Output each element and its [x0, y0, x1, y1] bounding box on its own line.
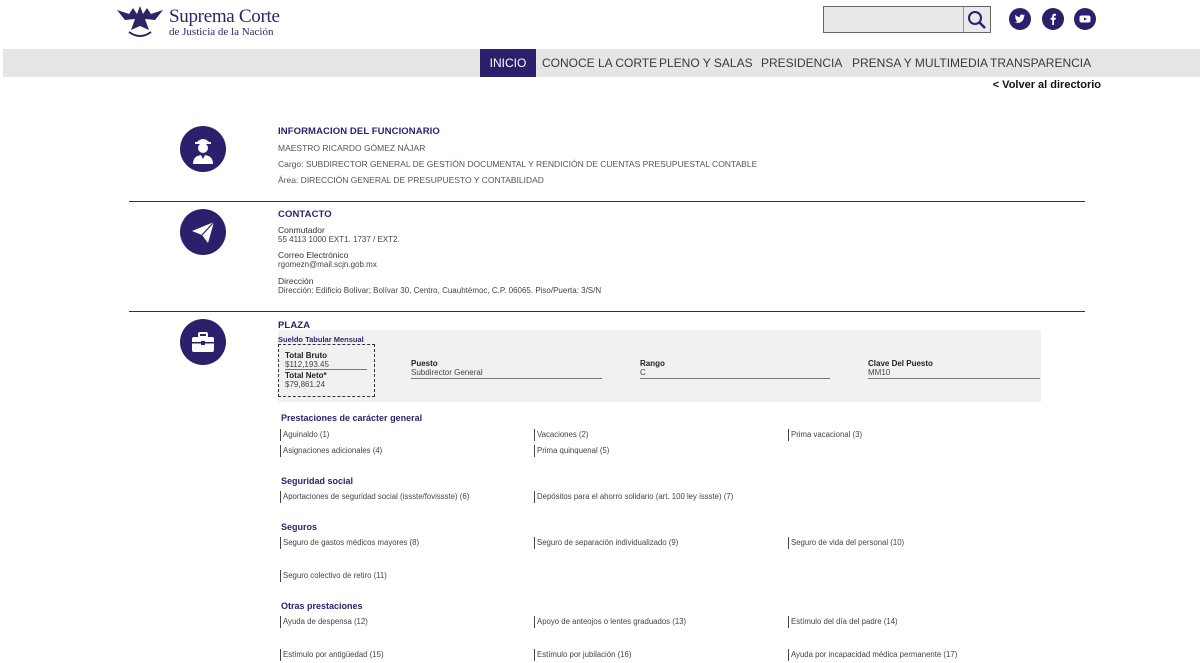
conmutador-value: 55 4113 1000 EXT1. 1737 / EXT2. [278, 235, 400, 244]
benefit-item[interactable]: Ayuda de despensa (12) [280, 616, 368, 628]
benefit-item[interactable]: Estímulo por antigüedad (15) [280, 649, 384, 661]
conmutador-label: Conmutador [278, 225, 325, 235]
scjn-logo[interactable]: Suprema Corte de Justicia de la Nación [115, 2, 280, 42]
logo-subtitle: de Justicia de la Nación [169, 26, 274, 38]
benefit-item[interactable]: Vacaciones (2) [534, 429, 588, 441]
official-name: MAESTRO RICARDO GÓMEZ NÁJAR [278, 143, 426, 153]
twitter-link[interactable] [1009, 8, 1031, 30]
rango-value: C [640, 368, 646, 377]
benefit-item[interactable]: Apoyo de anteojos o lentes graduados (13… [534, 616, 686, 628]
benefit-item[interactable]: Estímulo del día del padre (14) [788, 616, 898, 628]
neto-label: Total Neto* [285, 371, 327, 380]
field-underline [285, 369, 367, 370]
clave-value: MM10 [868, 368, 891, 377]
benefit-item[interactable]: Seguro colectivo de retiro (11) [280, 570, 387, 582]
field-underline [640, 378, 830, 379]
twitter-icon [1014, 14, 1025, 23]
sueldo-label: Sueldo Tabular Mensual [278, 335, 364, 344]
official-heading: INFORMACION DEL FUNCIONARIO [278, 126, 440, 137]
benefit-item[interactable]: Aguinaldo (1) [280, 429, 329, 441]
main-nav: INICIO CONOCE LA CORTE PLENO Y SALAS PRE… [3, 49, 1200, 77]
youtube-link[interactable] [1074, 8, 1096, 30]
neto-value: $79,861.24 [285, 380, 326, 389]
section-divider [129, 201, 1085, 202]
nav-transparencia[interactable]: TRANSPARENCIA [990, 49, 1091, 77]
puesto-label: Puesto [411, 359, 438, 368]
logo-title: Suprema Corte [169, 6, 280, 27]
email-label: Correo Electrónico [278, 250, 349, 260]
paper-plane-icon [180, 209, 226, 255]
benefits-group-title: Otras prestaciones [281, 601, 363, 611]
bruto-value: $112,193.45 [285, 360, 329, 369]
benefits-group-title: Seguros [281, 522, 318, 532]
rango-label: Rango [640, 359, 665, 368]
youtube-icon [1079, 15, 1091, 23]
search-box [823, 6, 991, 33]
briefcase-icon [180, 319, 226, 365]
benefits-group-title: Prestaciones de carácter general [281, 413, 423, 423]
benefit-item[interactable]: Depósitos para el ahorro solidario (art.… [534, 491, 733, 503]
section-divider [129, 311, 1085, 312]
contact-heading: CONTACTO [278, 209, 332, 220]
benefit-item[interactable]: Prima quinquenal (5) [534, 445, 609, 457]
benefits-group-title: Seguridad social [281, 476, 354, 486]
eagle-emblem-icon [117, 6, 163, 37]
benefit-item[interactable]: Seguro de vida del personal (10) [788, 537, 904, 549]
bruto-label: Total Bruto [285, 351, 328, 360]
benefit-item[interactable]: Ayuda por incapacidad médica permanente … [788, 649, 957, 661]
facebook-icon [1050, 13, 1056, 25]
nav-prensa-y-multimedia[interactable]: PRENSA Y MULTIMEDIA [852, 49, 988, 77]
clave-label: Clave Del Puesto [868, 359, 933, 368]
official-area: Área: DIRECCIÓN GENERAL DE PRESUPUESTO Y… [278, 175, 544, 185]
benefit-item[interactable]: Seguro de gastos médicos mayores (8) [280, 537, 419, 549]
address-label: Dirección [278, 276, 314, 286]
search-icon [968, 11, 986, 29]
search-button[interactable] [966, 9, 988, 31]
email-value[interactable]: rgomezn@mail.scjn.gob.mx [278, 260, 377, 269]
official-cargo: Cargo: SUBDIRECTOR GENERAL DE GESTIÓN DO… [278, 159, 758, 169]
field-underline [411, 378, 602, 379]
benefit-item[interactable]: Prima vacacional (3) [788, 429, 862, 441]
benefit-item[interactable]: Asignaciones adicionales (4) [280, 445, 382, 457]
search-input[interactable] [824, 7, 964, 32]
nav-conoce-la-corte[interactable]: CONOCE LA CORTE [542, 49, 657, 77]
puesto-value: Subdirector General [411, 368, 483, 377]
benefit-item[interactable]: Estímulo por jubilación (16) [534, 649, 631, 661]
benefit-item[interactable]: Seguro de separación individualizado (9) [534, 537, 678, 549]
benefit-item[interactable]: Aportaciones de seguridad social (issste… [280, 491, 469, 503]
address-value: Dirección: Edificio Bolívar; Bolívar 30,… [278, 286, 602, 295]
nav-pleno-y-salas[interactable]: PLENO Y SALAS [659, 49, 753, 77]
person-icon [180, 126, 226, 172]
facebook-link[interactable] [1042, 8, 1064, 30]
nav-presidencia[interactable]: PRESIDENCIA [761, 49, 842, 77]
nav-inicio[interactable]: INICIO [480, 49, 536, 77]
back-to-directory-link[interactable]: < Volver al directorio [993, 79, 1101, 91]
field-underline [868, 378, 1040, 379]
